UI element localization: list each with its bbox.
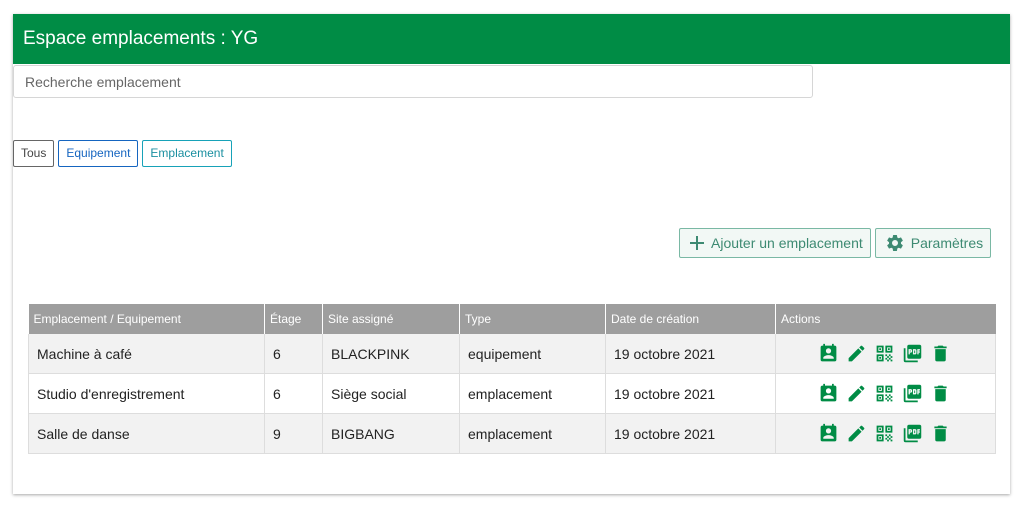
cell-actions	[775, 373, 996, 414]
add-location-label: Ajouter un emplacement	[711, 235, 863, 251]
contact-icon[interactable]	[818, 343, 839, 364]
cell-site: BIGBANG	[322, 413, 460, 454]
cell-actions	[775, 334, 996, 374]
cell-date: 19 octobre 2021	[605, 373, 776, 414]
filter-all-button[interactable]: Tous	[13, 140, 55, 167]
plus-icon	[690, 236, 704, 250]
column-header-actions: Actions	[775, 304, 996, 334]
toolbar: Ajouter un emplacement Paramètres	[679, 228, 992, 258]
column-header-location: Emplacement / Equipement	[28, 304, 265, 334]
filter-equipement-button[interactable]: Equipement	[58, 140, 139, 167]
edit-icon[interactable]	[846, 423, 867, 444]
contact-icon[interactable]	[818, 383, 839, 404]
column-header-site: Site assigné	[322, 304, 460, 334]
cell-location: Salle de danse	[28, 413, 265, 454]
table-header-row: Emplacement / Equipement Étage Site assi…	[28, 304, 996, 334]
cell-floor: 6	[264, 373, 323, 414]
cell-date: 19 octobre 2021	[605, 413, 776, 454]
table-row: Machine à café 6 BLACKPINK equipement 19…	[28, 334, 996, 374]
pdf-icon[interactable]	[902, 383, 923, 404]
table-row: Salle de danse 9 BIGBANG emplacement 19 …	[28, 413, 996, 454]
filter-emplacement-button[interactable]: Emplacement	[142, 140, 232, 167]
table-row: Studio d'enregistrement 6 Siège social e…	[28, 373, 996, 414]
cell-location: Studio d'enregistrement	[28, 373, 265, 414]
settings-button[interactable]: Paramètres	[874, 228, 992, 258]
locations-table: Emplacement / Equipement Étage Site assi…	[28, 304, 996, 454]
pdf-icon[interactable]	[902, 423, 923, 444]
cell-floor: 6	[264, 334, 323, 374]
settings-label: Paramètres	[910, 235, 984, 251]
cell-floor: 9	[264, 413, 323, 454]
delete-icon[interactable]	[930, 343, 951, 364]
search-input[interactable]	[13, 65, 813, 98]
delete-icon[interactable]	[930, 423, 951, 444]
cell-type: equipement	[459, 334, 606, 374]
delete-icon[interactable]	[930, 383, 951, 404]
gear-icon	[886, 234, 903, 251]
qr-code-icon[interactable]	[874, 343, 895, 364]
add-location-button[interactable]: Ajouter un emplacement	[679, 228, 871, 258]
locations-card: Espace emplacements : YG Tous Equipement…	[13, 14, 1010, 494]
qr-code-icon[interactable]	[874, 383, 895, 404]
page-title: Espace emplacements : YG	[13, 14, 1010, 64]
cell-site: Siège social	[322, 373, 460, 414]
column-header-date: Date de création	[605, 304, 776, 334]
row-actions	[784, 343, 987, 364]
edit-icon[interactable]	[846, 343, 867, 364]
contact-icon[interactable]	[818, 423, 839, 444]
cell-actions	[775, 413, 996, 454]
filter-group: Tous Equipement Emplacement	[13, 140, 232, 167]
cell-type: emplacement	[459, 373, 606, 414]
column-header-floor: Étage	[264, 304, 323, 334]
cell-site: BLACKPINK	[322, 334, 460, 374]
edit-icon[interactable]	[846, 383, 867, 404]
qr-code-icon[interactable]	[874, 423, 895, 444]
pdf-icon[interactable]	[902, 343, 923, 364]
cell-type: emplacement	[459, 413, 606, 454]
row-actions	[784, 423, 987, 444]
row-actions	[784, 383, 987, 404]
cell-location: Machine à café	[28, 334, 265, 374]
column-header-type: Type	[459, 304, 606, 334]
cell-date: 19 octobre 2021	[605, 334, 776, 374]
